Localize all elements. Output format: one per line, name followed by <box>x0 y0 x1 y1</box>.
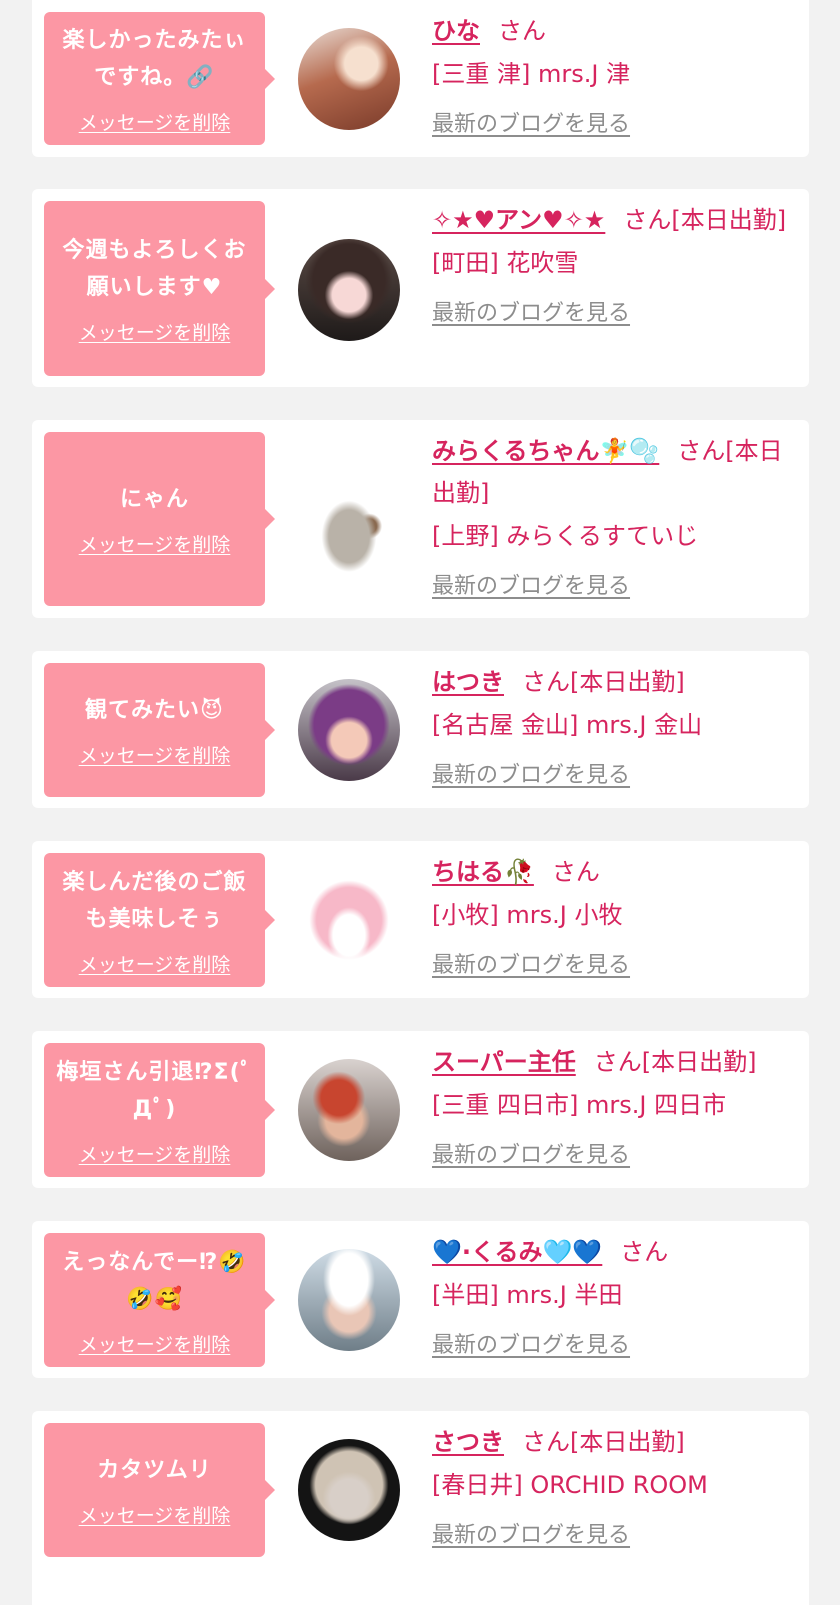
latest-blog-link[interactable]: 最新のブログを見る <box>432 1517 630 1549</box>
avatar[interactable] <box>298 1249 400 1351</box>
message-card: 観てみたい😈 メッセージを削除 はつき さん[本日出勤] [名古屋 金山] mrs… <box>32 651 809 808</box>
girl-name-link[interactable]: ちはる🥀 <box>432 858 534 886</box>
girl-name-link[interactable]: スーパー主任 <box>432 1048 576 1076</box>
avatar[interactable] <box>298 470 400 572</box>
profile-info: ✧★♥アン♥✧★ さん[本日出勤] [町田] 花吹雪 最新のブログを見る <box>432 199 792 327</box>
girl-name-link[interactable]: はつき <box>432 668 504 696</box>
message-card: えっなんでー⁉🤣🤣🥰 メッセージを削除 💙·くるみ🩵💙 さん [半田] mrs.J… <box>32 1221 809 1378</box>
delete-message-link[interactable]: メッセージを削除 <box>79 1140 231 1167</box>
name-suffix: さん[本日出勤] <box>593 1048 757 1076</box>
message-card: 今週もよろしくお願いします♥ メッセージを削除 ✧★♥アン♥✧★ さん[本日出勤]… <box>32 189 809 387</box>
latest-blog-link[interactable]: 最新のブログを見る <box>432 757 630 789</box>
message-list: 楽しかったみたぃですね。🔗 メッセージを削除 ひな さん [三重 津] mrs.J… <box>0 0 840 1605</box>
message-card: 楽しかったみたぃですね。🔗 メッセージを削除 ひな さん [三重 津] mrs.J… <box>32 0 809 157</box>
shop-label: [上野] みらくるすていじ <box>432 522 699 550</box>
message-bubble: 梅垣さん引退⁉Σ(ﾟДﾟ) メッセージを削除 <box>44 1043 275 1177</box>
avatar[interactable] <box>298 239 400 341</box>
message-text: カタツムリ <box>97 1458 212 1483</box>
message-text: 楽しかったみたぃですね。🔗 <box>62 28 247 90</box>
latest-blog-link[interactable]: 最新のブログを見る <box>432 295 630 327</box>
delete-message-link[interactable]: メッセージを削除 <box>79 530 231 557</box>
girl-name-link[interactable]: さつき <box>432 1428 504 1456</box>
message-bubble: 今週もよろしくお願いします♥ メッセージを削除 <box>44 201 275 376</box>
girl-name-link[interactable]: 💙·くるみ🩵💙 <box>432 1238 602 1266</box>
delete-message-link[interactable]: メッセージを削除 <box>79 950 231 977</box>
profile-info: ひな さん [三重 津] mrs.J 津 最新のブログを見る <box>432 10 792 138</box>
profile-info: ちはる🥀 さん [小牧] mrs.J 小牧 最新のブログを見る <box>432 851 792 979</box>
girl-name-link[interactable]: ひな <box>432 17 480 45</box>
profile-info: みらくるちゃん🧚🫧 さん[本日出勤] [上野] みらくるすていじ 最新のブログを見… <box>432 430 792 600</box>
delete-message-link[interactable]: メッセージを削除 <box>79 318 231 345</box>
profile-info: はつき さん[本日出勤] [名古屋 金山] mrs.J 金山 最新のブログを見る <box>432 661 792 789</box>
message-card: 楽しんだ後のご飯も美味しそぅ メッセージを削除 ちはる🥀 さん [小牧] mrs.… <box>32 841 809 998</box>
delete-message-link[interactable]: メッセージを削除 <box>79 1501 231 1528</box>
latest-blog-link[interactable]: 最新のブログを見る <box>432 1327 630 1359</box>
message-bubble: カタツムリ メッセージを削除 <box>44 1423 275 1557</box>
girl-name-link[interactable]: ✧★♥アン♥✧★ <box>432 206 605 234</box>
latest-blog-link[interactable]: 最新のブログを見る <box>432 106 630 138</box>
shop-label: [春日井] ORCHID ROOM <box>432 1471 708 1499</box>
profile-info: 💙·くるみ🩵💙 さん [半田] mrs.J 半田 最新のブログを見る <box>432 1231 792 1359</box>
message-text: 今週もよろしくお願いします♥ <box>62 238 247 300</box>
latest-blog-link[interactable]: 最新のブログを見る <box>432 568 630 600</box>
message-card: カタツムリ メッセージを削除 さつき さん[本日出勤] [春日井] ORCHID … <box>32 1411 809 1605</box>
name-suffix: さん[本日出勤] <box>623 206 787 234</box>
shop-label: [小牧] mrs.J 小牧 <box>432 901 623 929</box>
shop-label: [三重 四日市] mrs.J 四日市 <box>432 1091 727 1119</box>
avatar[interactable] <box>298 679 400 781</box>
name-suffix: さん <box>551 858 600 886</box>
message-text: えっなんでー⁉🤣🤣🥰 <box>62 1249 247 1312</box>
girl-name-link[interactable]: みらくるちゃん🧚🫧 <box>432 437 659 465</box>
avatar[interactable] <box>298 869 400 971</box>
name-suffix: さん[本日出勤] <box>522 1428 685 1456</box>
message-card: 梅垣さん引退⁉Σ(ﾟДﾟ) メッセージを削除 スーパー主任 さん[本日出勤] [三… <box>32 1031 809 1188</box>
message-text: 梅垣さん引退⁉Σ(ﾟДﾟ) <box>56 1059 253 1122</box>
shop-label: [名古屋 金山] mrs.J 金山 <box>432 711 703 739</box>
name-suffix: さん <box>620 1238 669 1266</box>
message-text: 楽しんだ後のご飯も美味しそぅ <box>62 869 247 932</box>
latest-blog-link[interactable]: 最新のブログを見る <box>432 947 630 979</box>
message-bubble: えっなんでー⁉🤣🤣🥰 メッセージを削除 <box>44 1233 275 1367</box>
profile-info: スーパー主任 さん[本日出勤] [三重 四日市] mrs.J 四日市 最新のブログ… <box>432 1041 792 1169</box>
shop-label: [三重 津] mrs.J 津 <box>432 60 631 88</box>
name-suffix: さん <box>498 17 546 45</box>
name-suffix: さん[本日出勤] <box>522 668 685 696</box>
avatar[interactable] <box>298 1439 400 1541</box>
avatar[interactable] <box>298 28 400 130</box>
message-card: にゃん メッセージを削除 みらくるちゃん🧚🫧 さん[本日出勤] [上野] みらくる… <box>32 420 809 618</box>
message-bubble: 楽しかったみたぃですね。🔗 メッセージを削除 <box>44 12 275 145</box>
delete-message-link[interactable]: メッセージを削除 <box>79 108 231 135</box>
message-bubble: にゃん メッセージを削除 <box>44 432 275 606</box>
message-text: にゃん <box>119 487 189 512</box>
message-text: 観てみたい😈 <box>85 698 224 723</box>
message-bubble: 楽しんだ後のご飯も美味しそぅ メッセージを削除 <box>44 853 275 987</box>
delete-message-link[interactable]: メッセージを削除 <box>79 741 231 768</box>
avatar[interactable] <box>298 1059 400 1161</box>
shop-label: [半田] mrs.J 半田 <box>432 1281 623 1309</box>
shop-label: [町田] 花吹雪 <box>432 249 579 277</box>
delete-message-link[interactable]: メッセージを削除 <box>79 1330 231 1357</box>
latest-blog-link[interactable]: 最新のブログを見る <box>432 1137 630 1169</box>
message-bubble: 観てみたい😈 メッセージを削除 <box>44 663 275 797</box>
profile-info: さつき さん[本日出勤] [春日井] ORCHID ROOM 最新のブログを見る <box>432 1421 792 1549</box>
